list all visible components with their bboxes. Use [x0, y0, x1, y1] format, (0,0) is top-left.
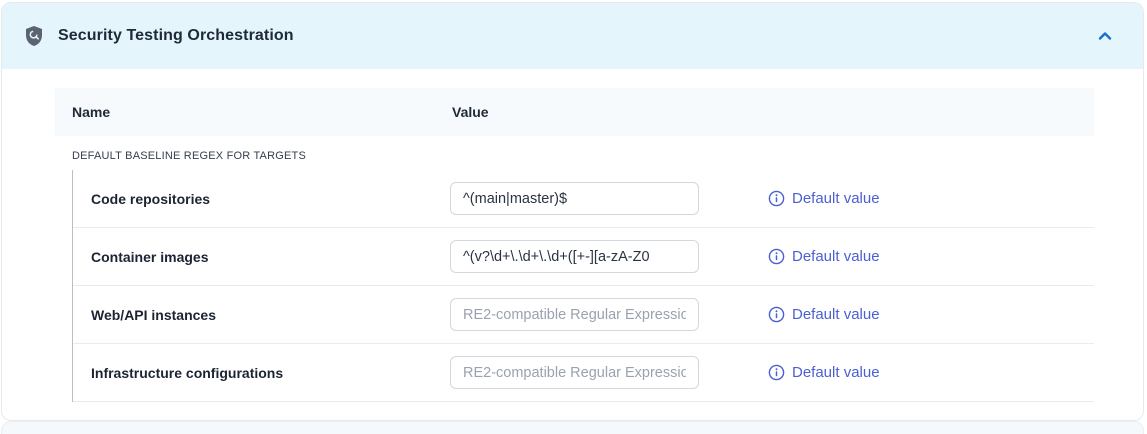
default-value-label: Default value — [792, 364, 880, 381]
regex-input-container-images[interactable] — [450, 240, 699, 273]
section-label: DEFAULT BASELINE REGEX FOR TARGETS — [72, 150, 1094, 162]
collapse-button[interactable] — [1091, 22, 1119, 50]
default-value-button[interactable]: Default value — [768, 190, 880, 207]
settings-rows: Code repositories Default value Containe… — [72, 170, 1094, 402]
setting-row-infrastructure-configurations: Infrastructure configurations Default va… — [73, 344, 1094, 402]
default-value-label: Default value — [792, 306, 880, 323]
default-value-button[interactable]: Default value — [768, 248, 880, 265]
info-icon — [768, 306, 785, 323]
setting-name: Code repositories — [91, 191, 450, 207]
security-testing-orchestration-panel: Security Testing Orchestration Name Valu… — [1, 2, 1144, 421]
panel-body: Name Value DEFAULT BASELINE REGEX FOR TA… — [2, 69, 1143, 402]
info-icon — [768, 364, 785, 381]
regex-input-infrastructure-configurations[interactable] — [450, 356, 699, 389]
setting-name: Infrastructure configurations — [91, 365, 450, 381]
setting-name: Container images — [91, 249, 450, 265]
default-value-label: Default value — [792, 248, 880, 265]
info-icon — [768, 248, 785, 265]
panel-title: Security Testing Orchestration — [58, 27, 294, 45]
info-icon — [768, 190, 785, 207]
chevron-up-icon — [1095, 26, 1115, 46]
default-value-button[interactable]: Default value — [768, 306, 880, 323]
table-header: Name Value — [55, 88, 1094, 136]
panel-header[interactable]: Security Testing Orchestration — [2, 3, 1143, 69]
column-header-value: Value — [452, 104, 489, 120]
column-header-name: Name — [72, 104, 452, 120]
page: Security Testing Orchestration Name Valu… — [0, 0, 1147, 434]
setting-row-code-repositories: Code repositories Default value — [73, 170, 1094, 228]
next-section-strip — [1, 421, 1144, 434]
default-value-button[interactable]: Default value — [768, 364, 880, 381]
setting-row-container-images: Container images Default value — [73, 228, 1094, 286]
setting-name: Web/API instances — [91, 307, 450, 323]
setting-row-web-api-instances: Web/API instances Default value — [73, 286, 1094, 344]
regex-input-web-api-instances[interactable] — [450, 298, 699, 331]
default-value-label: Default value — [792, 190, 880, 207]
shield-scan-icon — [24, 25, 44, 47]
regex-input-code-repositories[interactable] — [450, 182, 699, 215]
